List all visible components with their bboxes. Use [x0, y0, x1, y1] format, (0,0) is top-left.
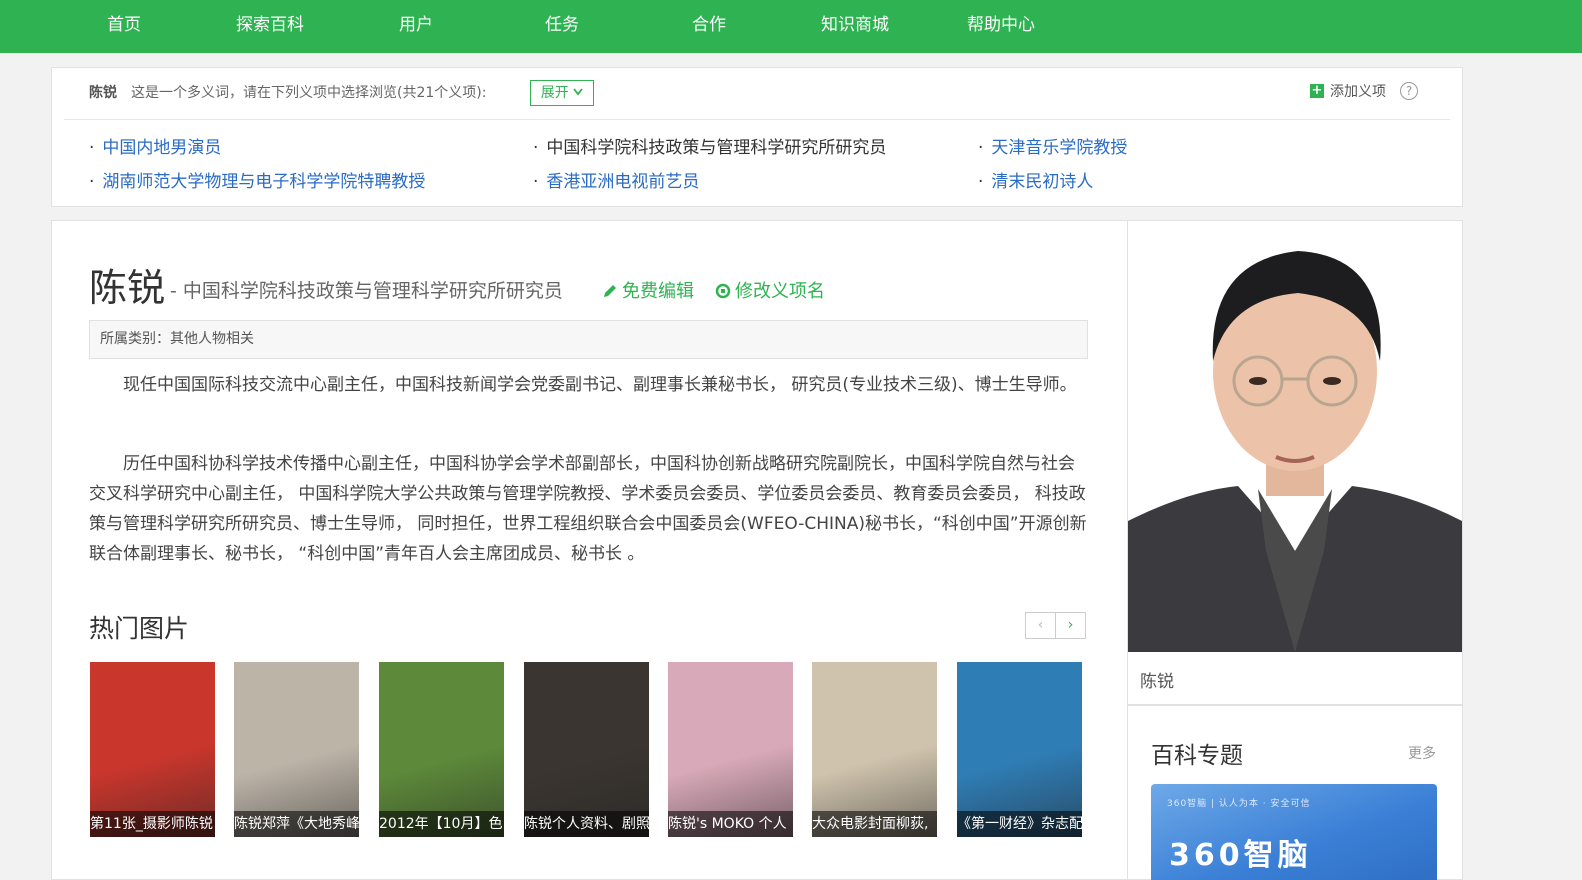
thumb-caption: 2012年【10月】色 — [379, 811, 504, 837]
topics-more-link[interactable]: 更多 — [1408, 743, 1436, 763]
page-subtitle: - 中国科学院科技政策与管理科学研究所研究员 — [170, 280, 563, 302]
sense-link-label: 中国内地男演员 — [102, 138, 222, 158]
hot-image-thumb[interactable]: 《第一财经》杂志配 — [957, 662, 1082, 837]
nav-item-store[interactable]: 知识商城 — [805, 0, 905, 50]
article-main: 陈锐 - 中国科学院科技政策与管理科学研究所研究员 免费编辑 修改义项名 所属类… — [51, 220, 1128, 880]
hot-image-thumb[interactable]: 第11张_摄影师陈锐 — [90, 662, 215, 837]
hot-image-thumb[interactable]: 2012年【10月】色 — [379, 662, 504, 837]
free-edit-button[interactable]: 免费编辑 — [602, 277, 694, 303]
portrait-caption: 陈锐 — [1140, 672, 1174, 692]
bullet-icon: · — [978, 138, 984, 158]
sense-link[interactable]: · 香港亚洲电视前艺员 — [533, 167, 699, 192]
sense-current-label: 中国科学院科技政策与管理科学研究所研究员 — [546, 138, 887, 158]
portrait-card: 陈锐 — [1127, 220, 1463, 705]
rename-sense-label: 修改义项名 — [735, 281, 825, 302]
nav-item-tasks[interactable]: 任务 — [512, 0, 612, 50]
thumb-caption: 大众电影封面柳荻, — [812, 811, 937, 837]
divider — [64, 119, 1450, 120]
summary-paragraph: 历任中国科协科学技术传播中心副主任，中国科协学会学术部副部长，中国科协创新战略研… — [89, 454, 1087, 564]
plus-icon: + — [1310, 83, 1324, 98]
portrait-photo[interactable] — [1128, 221, 1462, 652]
add-sense-label: 添加义项 — [1330, 84, 1386, 100]
nav-item-home[interactable]: 首页 — [74, 0, 174, 50]
top-nav: 首页 探索百科 用户 任务 合作 知识商城 帮助中心 — [0, 0, 1582, 53]
sense-link-label: 香港亚洲电视前艺员 — [546, 172, 700, 192]
image-pager: ‹ › — [1025, 612, 1086, 639]
thumb-caption: 陈锐个人资料、剧照 — [524, 811, 649, 837]
pencil-icon — [604, 285, 616, 297]
bullet-icon: · — [89, 172, 95, 192]
help-icon[interactable]: ? — [1400, 82, 1418, 100]
rename-sense-button[interactable]: 修改义项名 — [715, 277, 825, 303]
bullet-icon: · — [533, 138, 539, 158]
thumb-caption: 陈锐's MOKO 个人 — [668, 811, 793, 837]
topics-title: 百科专题 — [1151, 743, 1243, 769]
hot-images-title: 热门图片 — [89, 614, 190, 643]
bullet-icon: · — [978, 172, 984, 192]
refresh-icon — [715, 283, 731, 299]
pager-prev-button[interactable]: ‹ — [1026, 613, 1055, 638]
nav-item-explore[interactable]: 探索百科 — [220, 0, 320, 50]
disambiguation-header: 陈锐 这是一个多义词，请在下列义项中选择浏览(共21个义项): 展开 + 添加义… — [52, 68, 1462, 120]
summary-paragraph: 现任中国国际科技交流中心副主任，中国科技新闻学会党委副书记、副理事长兼秘书长， … — [123, 375, 1077, 395]
thumb-caption: 第11张_摄影师陈锐 — [90, 811, 215, 837]
hot-image-thumb[interactable]: 陈锐's MOKO 个人 — [668, 662, 793, 837]
sense-link[interactable]: · 清末民初诗人 — [978, 167, 1093, 192]
thumb-caption: 《第一财经》杂志配 — [957, 811, 1082, 837]
disambiguation-term: 陈锐 — [89, 85, 117, 101]
sense-link[interactable]: · 中国内地男演员 — [89, 133, 221, 158]
chevron-down-icon — [573, 88, 583, 96]
bullet-icon: · — [533, 172, 539, 192]
thumb-caption: 陈锐郑萍《大地秀峰 — [234, 811, 359, 837]
banner-tagline: 360智脑 | 认人为本 · 安全可信 — [1167, 799, 1311, 809]
disambiguation-description: 这是一个多义词，请在下列义项中选择浏览(共21个义项): — [131, 85, 487, 101]
hot-image-thumb[interactable]: 大众电影封面柳荻, — [812, 662, 937, 837]
page-title: 陈锐 — [89, 266, 166, 310]
nav-item-help[interactable]: 帮助中心 — [951, 0, 1051, 50]
topic-banner[interactable]: 360智脑 | 认人为本 · 安全可信 360智脑 — [1151, 784, 1437, 880]
pager-next-button[interactable]: › — [1055, 613, 1085, 638]
nav-item-cooperation[interactable]: 合作 — [659, 0, 759, 50]
expand-button[interactable]: 展开 — [530, 80, 594, 106]
add-sense-button[interactable]: + 添加义项 ? — [1310, 81, 1418, 101]
topics-panel: 百科专题 更多 360智脑 | 认人为本 · 安全可信 360智脑 — [1127, 705, 1463, 880]
sense-current: · 中国科学院科技政策与管理科学研究所研究员 — [533, 133, 886, 158]
hot-image-thumb[interactable]: 陈锐个人资料、剧照 — [524, 662, 649, 837]
disambiguation-box: 陈锐 这是一个多义词，请在下列义项中选择浏览(共21个义项): 展开 + 添加义… — [51, 67, 1463, 207]
sense-link-label: 清末民初诗人 — [991, 172, 1094, 192]
sense-link-label: 天津音乐学院教授 — [991, 138, 1128, 158]
banner-title: 360智脑 — [1169, 838, 1312, 873]
sense-link[interactable]: · 天津音乐学院教授 — [978, 133, 1127, 158]
nav-item-users[interactable]: 用户 — [366, 0, 466, 50]
free-edit-label: 免费编辑 — [622, 281, 694, 302]
expand-label: 展开 — [540, 85, 569, 101]
bullet-icon: · — [89, 138, 95, 158]
portrait-image — [1128, 221, 1462, 652]
sense-link-label: 湖南师范大学物理与电子科学学院特聘教授 — [102, 172, 426, 192]
category-bar: 所属类别：其他人物相关 — [89, 320, 1088, 359]
sense-link[interactable]: · 湖南师范大学物理与电子科学学院特聘教授 — [89, 167, 425, 192]
hot-image-thumb[interactable]: 陈锐郑萍《大地秀峰 — [234, 662, 359, 837]
